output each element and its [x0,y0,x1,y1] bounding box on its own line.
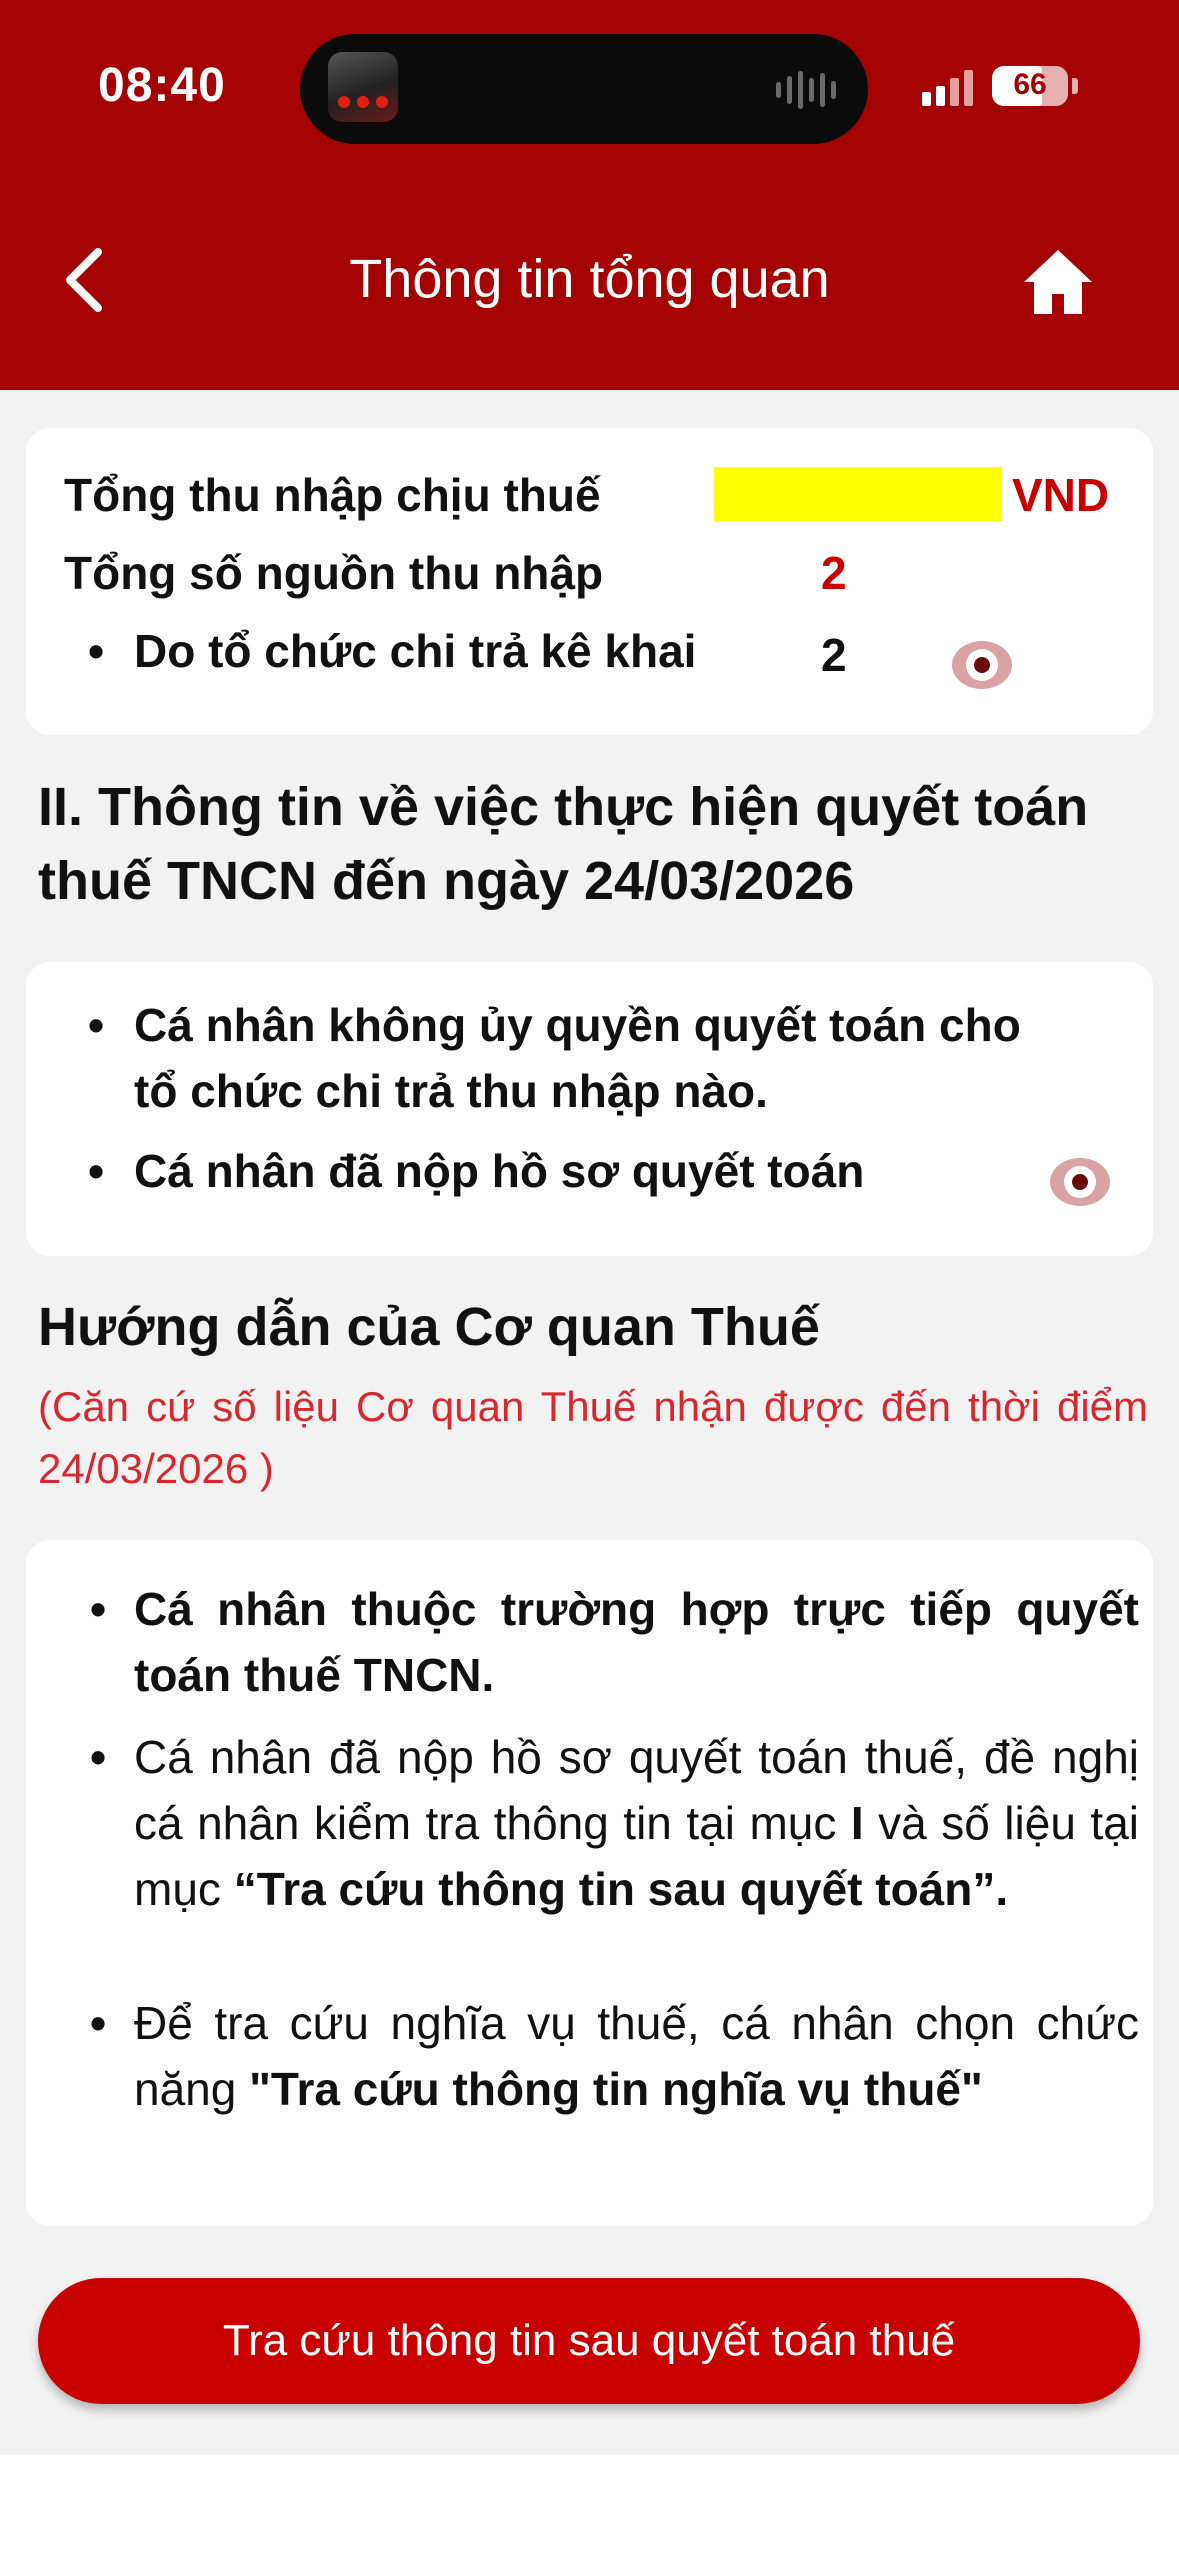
section-2-title-line-2: thuế TNCN đến ngày 24/03/2026 [38,851,855,911]
home-icon [1024,250,1092,314]
guidance-item-3-feature-ref: "Tra cứu thông tin nghĩa vụ thuế" [249,2063,983,2115]
guidance-item-2: Cá nhân đã nộp hồ sơ quyết toán thuế, đề… [134,1724,1139,1922]
signal-icon [922,66,973,106]
bullet: • [90,1731,107,1783]
view-filing-button[interactable] [1048,1156,1112,1208]
guidance-item-1: Cá nhân thuộc trường hợp trực tiếp quyết… [134,1583,1139,1701]
home-button[interactable] [1020,246,1096,318]
view-details-button[interactable] [950,639,1014,691]
dynamic-island [300,34,868,144]
bullet: • [90,1997,107,2049]
status-item-1-line-2: tổ chức chi trả thu nhập nào. [134,1065,768,1117]
eye-icon [952,641,1012,689]
settlement-status-card: • Cá nhân không ủy quyền quyết toán cho … [26,962,1153,1256]
app-header: 08:40 66 Thông tin tổng quan [0,0,1179,390]
status-item-2: Cá nhân đã nộp hồ sơ quyết toán [134,1145,865,1197]
declared-by-org-value: 2 [821,629,847,681]
guidance-title: Hướng dẫn của Cơ quan Thuế [38,1297,820,1357]
bullet: • [88,1145,105,1197]
bullet: • [90,1583,107,1635]
page-title: Thông tin tổng quan [349,249,830,309]
bullet: • [88,999,105,1051]
income-sources-label: Tổng số nguồn thu nhập [64,547,604,599]
section-2-title-line-1: II. Thông tin về việc thực hiện quyết to… [38,777,1089,837]
declared-by-org-label: Do tổ chức chi trả kê khai [134,625,697,677]
taxable-income-label: Tổng thu nhập chịu thuế [64,469,601,521]
guidance-card: • Cá nhân thuộc trường hợp trực tiếp quy… [26,1540,1153,2226]
income-sources-value: 2 [821,547,847,599]
bullet: • [88,625,105,677]
battery-icon: 66 [992,66,1068,106]
status-item-1-line-1: Cá nhân không ủy quyền quyết toán cho [134,999,1021,1051]
currency-label: VND [1012,469,1110,521]
status-time: 08:40 [98,59,226,112]
guidance-item-2-feature-ref: “Tra cứu thông tin sau quyết toán”. [233,1863,1009,1915]
bottom-safe-area [0,2455,1179,2556]
redacted-amount [714,467,1002,521]
income-summary-card: Tổng thu nhập chịu thuế VND Tổng số nguồ… [26,428,1153,735]
guidance-item-3: Để tra cứu nghĩa vụ thuế, cá nhân chọn c… [134,1990,1139,2122]
lookup-after-settlement-button[interactable]: Tra cứu thông tin sau quyết toán thuế [38,2278,1140,2404]
audio-wave-icon [776,70,836,110]
now-playing-thumbnail [328,52,398,122]
guidance-note: (Căn cứ số liệu Cơ quan Thuế nhận được đ… [38,1383,1148,1492]
guidance-item-2-section-ref: I [850,1797,864,1849]
eye-icon [1050,1158,1110,1206]
battery-level: 66 [1013,68,1047,101]
